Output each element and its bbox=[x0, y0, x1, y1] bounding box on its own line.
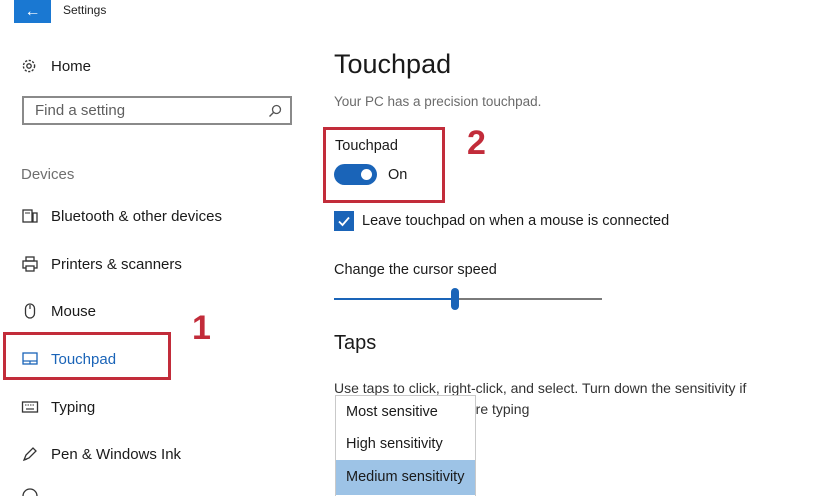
slider-thumb[interactable] bbox=[451, 288, 459, 310]
window-title: Settings bbox=[63, 3, 107, 17]
gear-icon bbox=[22, 59, 36, 73]
leave-touchpad-on-option[interactable]: Leave touchpad on when a mouse is connec… bbox=[334, 211, 669, 231]
page-title: Touchpad bbox=[334, 49, 452, 79]
sidebar-item-label: Mouse bbox=[51, 302, 97, 320]
annotation-number-1: 1 bbox=[192, 309, 211, 347]
title-bar: ← Settings bbox=[0, 0, 836, 26]
toggle-state-text: On bbox=[388, 167, 408, 183]
sidebar-item-label: Pen & Windows Ink bbox=[51, 445, 182, 463]
sidebar-item-bluetooth[interactable]: Bluetooth & other devices bbox=[21, 204, 222, 228]
bluetooth-devices-icon bbox=[21, 207, 39, 225]
page-subtitle: Your PC has a precision touchpad. bbox=[334, 94, 542, 109]
slider-fill bbox=[334, 298, 455, 300]
sidebar-item-label: Printers & scanners bbox=[51, 255, 182, 273]
devices-section-label: Devices bbox=[21, 166, 75, 183]
home-label: Home bbox=[51, 57, 92, 75]
sidebar-item-mouse[interactable]: Mouse bbox=[21, 299, 96, 323]
touchpad-toggle[interactable] bbox=[334, 164, 377, 185]
checkmark-icon bbox=[338, 216, 350, 227]
autoplay-icon bbox=[22, 488, 38, 496]
checkbox-label: Leave touchpad on when a mouse is connec… bbox=[362, 213, 670, 229]
annotation-number-2: 2 bbox=[467, 124, 486, 162]
cursor-speed-slider[interactable] bbox=[334, 288, 602, 310]
dropdown-option-high-sensitivity[interactable]: High sensitivity bbox=[336, 428, 475, 460]
toggle-knob bbox=[361, 169, 372, 180]
printer-icon bbox=[21, 255, 39, 273]
search-icon bbox=[269, 104, 282, 117]
leave-touchpad-on-checkbox[interactable] bbox=[334, 211, 354, 231]
home-nav-item[interactable]: Home bbox=[21, 55, 91, 77]
back-button[interactable]: ← bbox=[14, 0, 51, 23]
pen-icon bbox=[21, 445, 39, 463]
search-input[interactable]: Find a setting bbox=[22, 96, 292, 125]
keyboard-icon bbox=[21, 398, 39, 416]
cursor-speed-label: Change the cursor speed bbox=[334, 262, 497, 278]
dropdown-option-most-sensitive[interactable]: Most sensitive bbox=[336, 396, 475, 428]
back-arrow-icon: ← bbox=[24, 2, 41, 20]
sidebar-item-label: Bluetooth & other devices bbox=[51, 207, 222, 225]
settings-window: ← Settings Home Find a setting Devices B… bbox=[0, 0, 836, 496]
sidebar-item-printers[interactable]: Printers & scanners bbox=[21, 252, 182, 276]
mouse-icon bbox=[21, 302, 39, 320]
touchpad-sensitivity-dropdown[interactable]: Most sensitive High sensitivity Medium s… bbox=[335, 395, 476, 496]
sidebar-item-pen[interactable]: Pen & Windows Ink bbox=[21, 442, 181, 466]
search-placeholder: Find a setting bbox=[35, 102, 126, 119]
annotation-box-1 bbox=[3, 332, 171, 380]
taps-heading: Taps bbox=[334, 332, 377, 354]
sidebar-item-typing[interactable]: Typing bbox=[21, 395, 95, 419]
sidebar-item-label: Typing bbox=[51, 398, 96, 416]
touchpad-toggle-label: Touchpad bbox=[335, 138, 398, 154]
dropdown-option-medium-sensitivity[interactable]: Medium sensitivity bbox=[336, 460, 475, 495]
